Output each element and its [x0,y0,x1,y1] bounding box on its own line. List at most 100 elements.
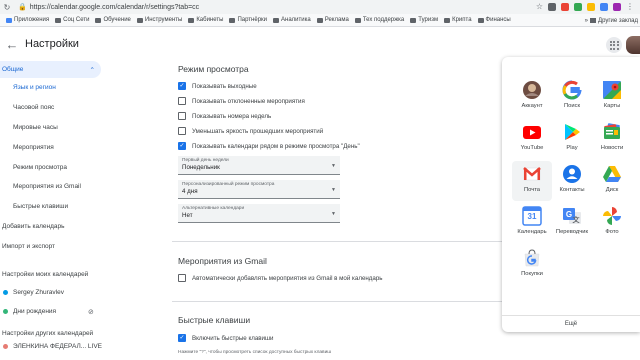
sidebar-item-calendar[interactable]: ЭЛЕНКИНА ФЕДЕРАЛ... LIVE [0,342,105,350]
checkbox-checked-icon[interactable]: ✓ [178,82,186,90]
sidebar-item-general[interactable]: Общие ⌃ [0,61,101,78]
extension-icon[interactable] [561,3,569,11]
bookmark-folder[interactable]: Кабинеты [188,17,223,23]
app-drive[interactable]: Диск [592,161,632,201]
avatar[interactable] [626,36,640,54]
option-week-numbers[interactable]: Показывать номера недель [178,110,271,122]
dropdown-arrow-icon: ▼ [331,211,336,217]
divider [172,241,502,242]
folder-icon [136,17,143,23]
app-photos[interactable]: Фото [592,203,632,243]
app-translate[interactable]: G文 Переводчик [552,203,592,243]
google-search-icon [562,80,582,100]
reload-icon[interactable]: ↻ [0,3,14,12]
sidebar-item-shortcuts[interactable]: Быстрые клавиши [0,197,105,217]
page-title: Настройки [25,38,79,50]
app-youtube[interactable]: YouTube [512,119,552,159]
bookmark-folder[interactable]: Крипта [444,17,472,23]
folder-icon [590,18,596,23]
section-title-gmail: Мероприятия из Gmail [178,256,267,266]
dropdown-arrow-icon: ▼ [331,187,336,193]
app-calendar[interactable]: 31 Календарь [512,203,552,243]
app-search[interactable]: Поиск [552,77,592,117]
shopping-icon [522,248,542,268]
arrow-left-icon[interactable]: ← [3,37,21,52]
sidebar-item-gmail-events[interactable]: Мероприятия из Gmail [0,177,105,197]
browser-url-bar: ↻ 🔒 https://calendar.google.com/calendar… [0,0,640,14]
option-dim-past[interactable]: Уменьшать яркость прошедших мероприятий [178,125,323,137]
sidebar-item-calendar[interactable]: Дни рождения ⊘ [0,302,105,321]
bookmark-folder[interactable]: Реклама [316,17,349,23]
calendar-color-dot [3,343,8,349]
translate-icon: G文 [562,206,582,226]
app-maps[interactable]: Карты [592,77,632,117]
google-apps-button[interactable] [606,37,622,53]
sidebar-heading-my-calendars: Настройки моих календарей [2,271,89,279]
extension-icon[interactable] [613,3,621,11]
other-bookmarks[interactable]: » Другие заклад [581,14,638,26]
bookmark-folder[interactable]: Соц Сети [55,17,89,23]
option-gmail-events[interactable]: Автоматически добавлять мероприятия из G… [178,272,383,284]
folder-icon [354,17,361,23]
checkbox-icon[interactable] [178,274,186,282]
sidebar-item-language[interactable]: Язык и регион [0,78,105,98]
sidebar-item-timezone[interactable]: Часовой пояс [0,98,105,118]
calendar-color-dot [3,309,8,315]
calendar-day: 31 [527,212,537,221]
option-show-weekends[interactable]: ✓ Показывать выходные [178,80,257,92]
sidebar-item-import-export[interactable]: Импорт и экспорт [0,236,105,256]
select-first-day[interactable]: Первый день недели Понедельник ▼ [178,156,340,175]
bookmark-folder[interactable]: Туризм [410,17,438,23]
sidebar-item-calendar[interactable]: Sergey Zhuravlev [0,283,105,302]
extension-icon[interactable] [574,3,582,11]
extension-icon[interactable] [548,3,556,11]
select-alt-calendars[interactable]: Альтернативные календари Нет ▼ [178,204,340,223]
sidebar-item-view[interactable]: Режим просмотра [0,157,105,177]
divider [172,301,502,302]
drive-icon [602,164,622,184]
app-shopping[interactable]: Покупки [512,245,552,285]
app-news[interactable]: Новости [592,119,632,159]
sidebar-item-world-clock[interactable]: Мировые часы [0,118,105,138]
checkbox-icon[interactable] [178,112,186,120]
calendar-icon: 31 [522,206,542,226]
menu-icon[interactable]: ⋮ [626,3,634,11]
app-contacts[interactable]: Контакты [552,161,592,201]
bookmark-folder[interactable]: Партнёрки [229,17,267,23]
folder-icon [444,17,451,23]
folder-icon [229,17,236,23]
hidden-eye-icon[interactable]: ⊘ [88,308,94,316]
bookmark-folder[interactable]: Инструменты [136,17,182,23]
gmail-icon [522,164,542,184]
folder-icon [55,17,62,23]
maps-icon [602,80,622,100]
youtube-icon [522,122,542,142]
option-show-declined[interactable]: Показывать отклоненные мероприятия [178,95,305,107]
bookmark-apps[interactable]: Приложения [6,17,49,23]
account-icon [522,80,542,100]
more-apps-button[interactable]: Ещё [502,315,640,332]
option-side-by-side[interactable]: ✓ Показывать календари рядом в режиме пр… [178,140,360,152]
extension-icon[interactable] [587,3,595,11]
checkbox-icon[interactable] [178,97,186,105]
checkbox-icon[interactable] [178,127,186,135]
bookmark-folder[interactable]: Аналитика [273,17,311,23]
extension-icon[interactable] [600,3,608,11]
news-icon [602,122,622,142]
app-gmail[interactable]: Почта [512,161,552,201]
sidebar-item-add-calendar[interactable]: Добавить календарь [0,217,105,237]
address-bar[interactable]: 🔒 https://calendar.google.com/calendar/r… [14,3,536,12]
option-enable-shortcuts[interactable]: ✓ Включить быстрые клавиши [178,332,273,344]
bookmark-folder[interactable]: Финансы [477,17,511,23]
bookmark-folder[interactable]: Обучение [95,17,131,23]
address-text: https://calendar.google.com/calendar/r/s… [29,3,200,11]
star-icon[interactable]: ☆ [536,3,543,11]
app-play[interactable]: Play [552,119,592,159]
bookmark-folder[interactable]: Тех поддержка [354,17,404,23]
checkbox-checked-icon[interactable]: ✓ [178,334,186,342]
checkbox-checked-icon[interactable]: ✓ [178,142,186,150]
sidebar-item-events[interactable]: Мероприятия [0,137,105,157]
contacts-icon [562,164,582,184]
app-account[interactable]: Аккаунт [512,77,552,117]
select-custom-view[interactable]: Персонализированный режим просмотра 4 дн… [178,180,340,199]
